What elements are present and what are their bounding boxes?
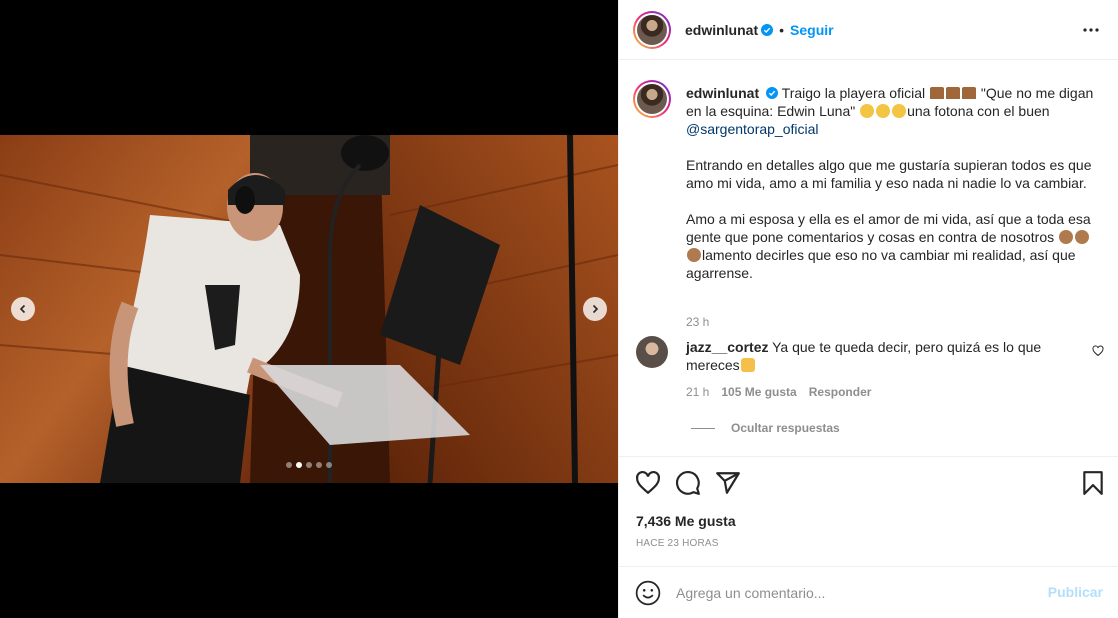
carousel-dot: [316, 462, 322, 468]
emoji-picker-icon[interactable]: [635, 580, 661, 606]
mention-link[interactable]: @sargentorap_oficial: [686, 121, 819, 137]
chevron-right-icon: [592, 304, 599, 314]
action-bar: 7,436 Me gusta HACE 23 HORAS: [619, 456, 1118, 566]
divider-line: [691, 427, 715, 429]
reindeer-emoji-icon: [962, 87, 976, 99]
comment-meta: 21 h 105 Me gusta Responder: [686, 385, 871, 399]
comment-text: jazz__cortez Ya que te queda decir, pero…: [686, 338, 1066, 374]
author-avatar[interactable]: [633, 10, 671, 49]
caption-paragraph-2: Entrando en detalles algo que me gustarí…: [686, 157, 1092, 191]
post-header: edwinlunat • Seguir: [619, 0, 1118, 60]
separator-dot: •: [779, 21, 785, 38]
caption-text: edwinlunat Traigo la playera oficial "Qu…: [686, 84, 1106, 300]
carousel-dot-active: [296, 462, 302, 468]
hide-replies-label: Ocultar respuestas: [731, 421, 840, 435]
post-photo: [0, 135, 618, 483]
caption-author-avatar[interactable]: [633, 80, 671, 118]
clapping-hands-emoji-icon: [740, 358, 755, 372]
sweat-smile-emoji-icon: [860, 104, 875, 118]
reindeer-emoji-icon: [930, 87, 944, 99]
author-username[interactable]: edwinlunat: [685, 22, 758, 38]
carousel-dot: [326, 462, 332, 468]
add-comment-bar: Publicar: [619, 566, 1118, 618]
reply-button[interactable]: Responder: [809, 385, 872, 399]
comment-input[interactable]: [676, 581, 1036, 605]
carousel-prev-button[interactable]: [11, 297, 35, 321]
sweat-smile-emoji-icon: [876, 104, 891, 118]
caption-author-username[interactable]: edwinlunat: [686, 85, 759, 101]
reindeer-emoji-icon: [946, 87, 960, 99]
post-sidebar: edwinlunat • Seguir edwinlunat Traigo la…: [618, 0, 1118, 618]
carousel-dot: [306, 462, 312, 468]
hide-replies-button[interactable]: Ocultar respuestas: [691, 421, 840, 435]
caption-paragraph-3b: lamento decirles que eso no va cambiar m…: [686, 247, 1076, 281]
caption-part-3: una fotona con el buen: [907, 103, 1050, 119]
more-options-icon: [1083, 28, 1099, 32]
comment-like-heart-icon[interactable]: [1092, 345, 1104, 357]
sweat-smile-emoji-icon: [892, 104, 907, 118]
like-heart-icon[interactable]: [635, 470, 661, 496]
chevron-left-icon: [19, 304, 26, 314]
see-no-evil-monkey-emoji-icon: [1059, 230, 1074, 244]
comment-bubble-icon[interactable]: [675, 470, 701, 496]
post-media: [0, 0, 618, 618]
commenter-avatar[interactable]: [636, 336, 668, 368]
likes-count[interactable]: 7,436 Me gusta: [636, 513, 736, 529]
caption-paragraph-3a: Amo a mi esposa y ella es el amor de mi …: [686, 211, 1091, 245]
commenter-username[interactable]: jazz__cortez: [686, 339, 768, 355]
verified-badge-icon: [766, 87, 779, 99]
caption-timestamp[interactable]: 23 h: [686, 315, 709, 329]
carousel-dot: [286, 462, 292, 468]
comments-section[interactable]: edwinlunat Traigo la playera oficial "Qu…: [619, 61, 1118, 456]
save-bookmark-icon[interactable]: [1080, 470, 1106, 496]
post-timestamp[interactable]: HACE 23 HORAS: [636, 538, 719, 549]
see-no-evil-monkey-emoji-icon: [1075, 230, 1090, 244]
more-options-button[interactable]: [1081, 20, 1101, 40]
publish-button[interactable]: Publicar: [1048, 584, 1103, 600]
carousel-next-button[interactable]: [583, 297, 607, 321]
carousel-indicator: [286, 462, 332, 468]
comment-timestamp[interactable]: 21 h: [686, 385, 709, 399]
see-no-evil-monkey-emoji-icon: [687, 248, 701, 262]
share-send-icon[interactable]: [715, 470, 741, 496]
verified-badge-icon: [761, 23, 774, 36]
caption-part-1: Traigo la playera oficial: [781, 85, 926, 101]
follow-button[interactable]: Seguir: [790, 22, 834, 38]
comment-likes-count[interactable]: 105 Me gusta: [721, 385, 796, 399]
